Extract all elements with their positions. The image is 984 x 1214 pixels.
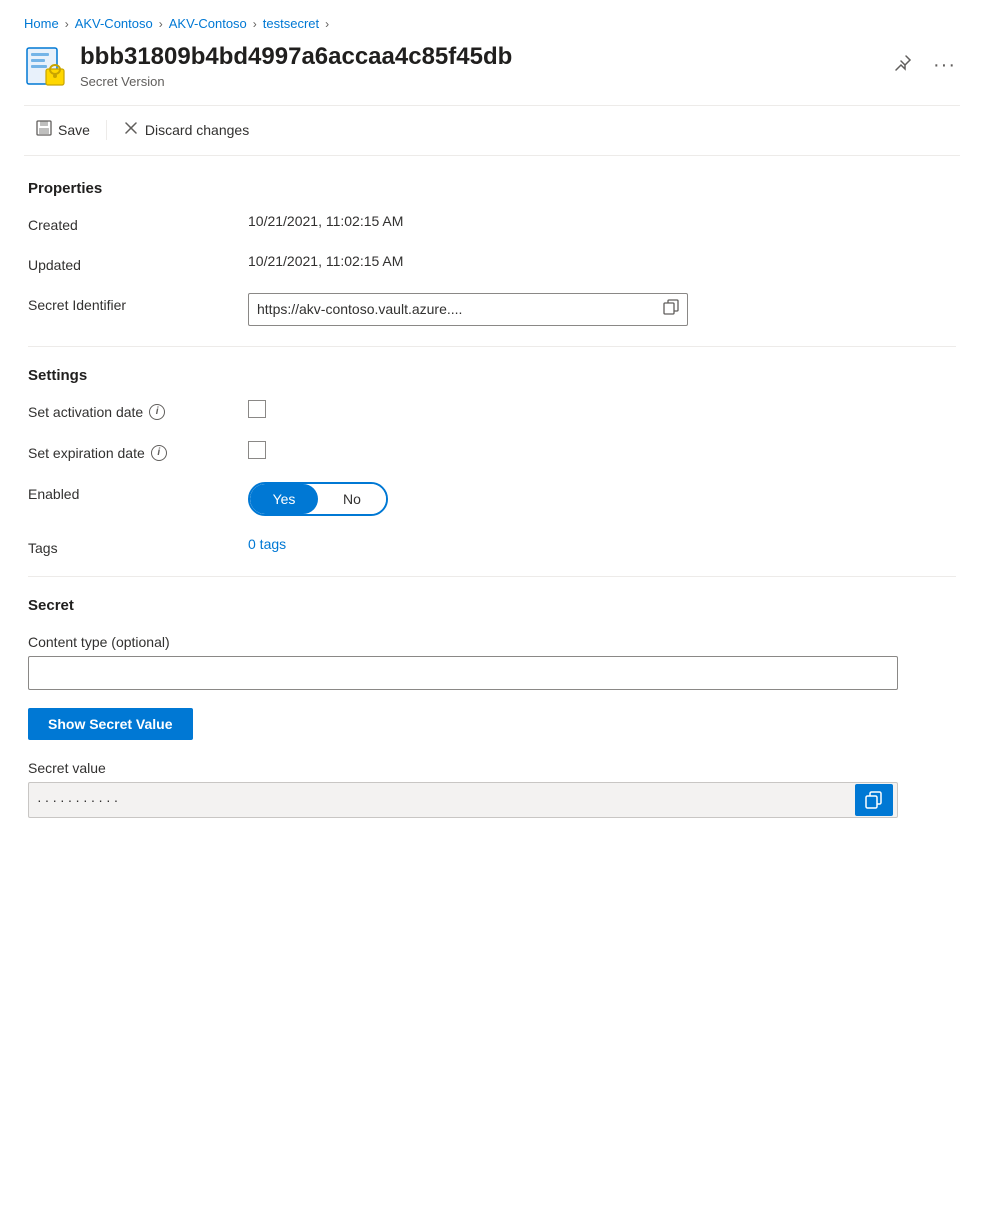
header-actions: ··· bbox=[889, 43, 960, 82]
save-button[interactable]: Save bbox=[24, 114, 102, 147]
breadcrumb-sep-2: › bbox=[159, 17, 163, 31]
save-icon bbox=[36, 120, 52, 141]
content-type-label: Content type (optional) bbox=[28, 630, 956, 650]
page-container: Home › AKV-Contoso › AKV-Contoso › tests… bbox=[0, 0, 984, 842]
tags-row: Tags 0 tags bbox=[28, 536, 956, 556]
content-area: Properties Created 10/21/2021, 11:02:15 … bbox=[24, 180, 960, 818]
identifier-text: https://akv-contoso.vault.azure.... bbox=[257, 301, 655, 317]
show-secret-button[interactable]: Show Secret Value bbox=[28, 708, 193, 740]
pin-icon[interactable] bbox=[889, 49, 917, 82]
identifier-row: Secret Identifier https://akv-contoso.va… bbox=[28, 293, 956, 326]
tags-link[interactable]: 0 tags bbox=[248, 536, 286, 552]
tags-value: 0 tags bbox=[248, 536, 956, 552]
settings-section-title: Settings bbox=[28, 367, 956, 384]
enabled-row: Enabled Yes No bbox=[28, 482, 956, 516]
discard-icon bbox=[123, 120, 139, 141]
content-type-input[interactable] bbox=[28, 656, 898, 690]
enabled-toggle[interactable]: Yes No bbox=[248, 482, 388, 516]
settings-divider bbox=[28, 576, 956, 577]
updated-row: Updated 10/21/2021, 11:02:15 AM bbox=[28, 253, 956, 273]
activation-checkbox-container bbox=[248, 400, 956, 421]
discard-button[interactable]: Discard changes bbox=[111, 114, 261, 147]
more-options-icon[interactable]: ··· bbox=[929, 50, 960, 81]
page-title: bbb31809b4bd4997a6accaa4c85f45db bbox=[80, 43, 875, 72]
discard-label: Discard changes bbox=[145, 122, 249, 138]
breadcrumb-testsecret[interactable]: testsecret bbox=[263, 16, 319, 31]
updated-value: 10/21/2021, 11:02:15 AM bbox=[248, 253, 956, 269]
save-label: Save bbox=[58, 122, 90, 138]
properties-section-title: Properties bbox=[28, 180, 956, 197]
activation-row: Set activation date i bbox=[28, 400, 956, 421]
breadcrumb-sep-3: › bbox=[253, 17, 257, 31]
identifier-box: https://akv-contoso.vault.azure.... bbox=[248, 293, 688, 326]
enabled-label: Enabled bbox=[28, 482, 248, 502]
secret-dots: ··········· bbox=[37, 792, 859, 808]
toolbar: Save Discard changes bbox=[24, 105, 960, 156]
toolbar-divider bbox=[106, 120, 107, 140]
expiration-checkbox-container bbox=[248, 441, 956, 462]
tags-label: Tags bbox=[28, 536, 248, 556]
expiration-info-icon[interactable]: i bbox=[151, 445, 167, 461]
secret-value-row: ··········· bbox=[28, 782, 898, 818]
identifier-label: Secret Identifier bbox=[28, 293, 248, 313]
breadcrumb-sep-1: › bbox=[65, 17, 69, 31]
breadcrumb-home[interactable]: Home bbox=[24, 16, 59, 31]
copy-identifier-icon[interactable] bbox=[663, 299, 679, 320]
expiration-row: Set expiration date i bbox=[28, 441, 956, 462]
updated-label: Updated bbox=[28, 253, 248, 273]
breadcrumb-akv2[interactable]: AKV-Contoso bbox=[169, 16, 247, 31]
created-row: Created 10/21/2021, 11:02:15 AM bbox=[28, 213, 956, 233]
breadcrumb-sep-4: › bbox=[325, 17, 329, 31]
activation-label: Set activation date i bbox=[28, 400, 248, 420]
secret-value-label: Secret value bbox=[28, 756, 956, 776]
enabled-toggle-container: Yes No bbox=[248, 482, 956, 516]
toggle-no[interactable]: No bbox=[318, 484, 386, 514]
created-label: Created bbox=[28, 213, 248, 233]
activation-checkbox[interactable] bbox=[248, 400, 266, 418]
properties-divider bbox=[28, 346, 956, 347]
expiration-checkbox[interactable] bbox=[248, 441, 266, 459]
expiration-label: Set expiration date i bbox=[28, 441, 248, 461]
header-text: bbb31809b4bd4997a6accaa4c85f45db Secret … bbox=[80, 43, 875, 89]
copy-secret-button[interactable] bbox=[855, 784, 893, 816]
breadcrumb: Home › AKV-Contoso › AKV-Contoso › tests… bbox=[24, 16, 960, 31]
created-value: 10/21/2021, 11:02:15 AM bbox=[248, 213, 956, 229]
page-header: bbb31809b4bd4997a6accaa4c85f45db Secret … bbox=[24, 43, 960, 89]
toggle-yes[interactable]: Yes bbox=[250, 484, 318, 514]
page-subtitle: Secret Version bbox=[80, 74, 875, 89]
activation-info-icon[interactable]: i bbox=[149, 404, 165, 420]
secret-section-title: Secret bbox=[28, 597, 956, 614]
secret-version-icon bbox=[24, 45, 66, 87]
breadcrumb-akv1[interactable]: AKV-Contoso bbox=[75, 16, 153, 31]
identifier-value: https://akv-contoso.vault.azure.... bbox=[248, 293, 956, 326]
